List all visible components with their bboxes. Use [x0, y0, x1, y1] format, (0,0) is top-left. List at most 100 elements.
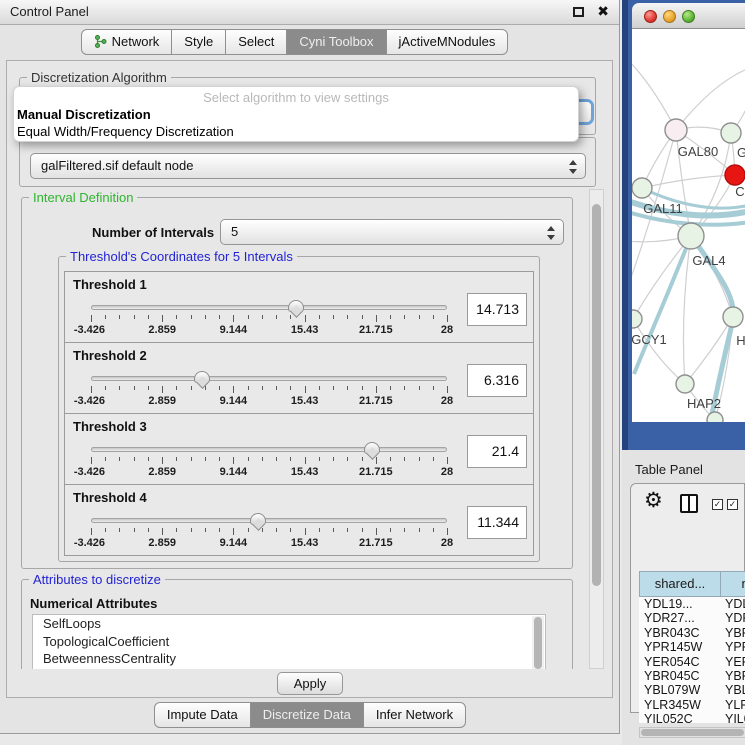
tick-mark — [305, 528, 306, 535]
close-icon[interactable]: ✖ — [597, 3, 609, 20]
node-gal4[interactable] — [678, 223, 704, 249]
scale-label: 28 — [441, 324, 453, 336]
column-header-name[interactable]: na — [721, 571, 745, 597]
apply-button[interactable]: Apply — [277, 672, 343, 695]
option-equal-width-frequency[interactable]: Equal Width/Frequency Discretization — [17, 124, 234, 139]
tick-mark — [290, 528, 291, 532]
node-gal80[interactable] — [665, 119, 687, 141]
tick-mark — [134, 315, 135, 319]
tick-mark — [347, 528, 348, 532]
tick-mark — [404, 528, 405, 532]
tab-discretize-data[interactable]: Discretize Data — [250, 702, 364, 728]
tick-mark — [447, 528, 448, 535]
tab-network[interactable]: Network — [81, 29, 173, 55]
tick-mark — [319, 528, 320, 532]
slider-scale-labels: -3.4262.8599.14415.4321.71528 — [91, 324, 447, 337]
tab-network-label: Network — [112, 34, 160, 49]
tick-mark — [162, 386, 163, 393]
node-hap2[interactable] — [676, 375, 694, 393]
threshold-1-slider[interactable] — [91, 305, 447, 310]
network-window-titlebar — [632, 3, 745, 29]
table-horizontal-scrollbar[interactable] — [639, 727, 745, 738]
threshold-1-value-field[interactable]: 14.713 — [467, 293, 527, 326]
threshold-2-slider-thumb[interactable] — [194, 371, 210, 383]
number-of-intervals-combobox[interactable]: 5 — [220, 219, 564, 245]
tick-mark — [319, 386, 320, 390]
checkbox-icon[interactable]: ✓ — [727, 499, 738, 510]
threshold-1-slider-thumb[interactable] — [288, 300, 304, 312]
node-label-partial-right: H — [736, 333, 745, 348]
tick-mark — [134, 528, 135, 532]
tab-cyni-toolbox[interactable]: Cyni Toolbox — [286, 29, 386, 55]
column-layout-icon[interactable] — [680, 494, 698, 513]
list-item-betweennesscentrality[interactable]: BetweennessCentrality — [33, 650, 545, 668]
option-manual-discretization[interactable]: Manual Discretization — [17, 107, 151, 122]
tick-mark — [347, 457, 348, 461]
table-row[interactable]: YER054CYER0 — [639, 655, 745, 669]
mac-zoom-button[interactable] — [682, 10, 695, 23]
threshold-3-slider-thumb[interactable] — [364, 442, 380, 454]
node-gcy1[interactable] — [632, 310, 642, 328]
node-selected-red[interactable] — [725, 165, 745, 185]
table-data-combobox[interactable]: galFiltered.sif default node — [30, 153, 586, 179]
threshold-3-slider[interactable] — [91, 447, 447, 452]
table-row[interactable]: YDL19...YDL1 — [639, 597, 745, 611]
tab-style[interactable]: Style — [171, 29, 226, 55]
tick-mark — [376, 315, 377, 322]
node-partial-bottom[interactable] — [707, 412, 723, 422]
tick-mark — [262, 457, 263, 461]
threshold-2-slider[interactable] — [91, 376, 447, 381]
table-row[interactable]: YBL079WYBL0 — [639, 683, 745, 697]
tab-select[interactable]: Select — [225, 29, 287, 55]
checkbox-icon[interactable]: ✓ — [712, 499, 723, 510]
table-row[interactable]: YBR043CYBR0 — [639, 626, 745, 640]
tab-jactivemnodules[interactable]: jActiveMNodules — [386, 29, 509, 55]
tick-mark — [404, 386, 405, 390]
threshold-3-value-field[interactable]: 21.4 — [467, 435, 527, 468]
panel-title: Control Panel — [10, 4, 89, 19]
float-window-icon[interactable] — [573, 7, 584, 17]
tick-mark — [119, 386, 120, 390]
threshold-2-value-field[interactable]: 6.316 — [467, 364, 527, 397]
slider-tick-marks — [91, 315, 447, 323]
thresholds-coordinates-group: Threshold's Coordinates for 5 Intervals … — [58, 256, 540, 562]
tab-impute-data[interactable]: Impute Data — [154, 702, 251, 728]
table-row[interactable]: YBR045CYBR0 — [639, 669, 745, 683]
tick-mark — [419, 386, 420, 390]
list-scrollbar[interactable] — [532, 616, 544, 669]
table-cell: YBR045C — [639, 669, 721, 683]
node-partial-top[interactable] — [721, 123, 741, 143]
mac-close-button[interactable] — [644, 10, 657, 23]
threshold-4-value-field[interactable]: 11.344 — [467, 506, 527, 539]
scale-label: 15.43 — [291, 324, 319, 336]
tick-mark — [191, 457, 192, 461]
tick-mark — [419, 457, 420, 461]
tab-infer-network[interactable]: Infer Network — [363, 702, 466, 728]
tick-mark — [433, 386, 434, 390]
tick-mark — [433, 457, 434, 461]
column-header-shared[interactable]: shared... — [639, 571, 721, 597]
threshold-4-slider-thumb[interactable] — [250, 513, 266, 525]
tick-mark — [319, 457, 320, 461]
table-row[interactable]: YPR145WYPR1 — [639, 640, 745, 654]
list-item-topologicalcoefficient[interactable]: TopologicalCoefficient — [33, 633, 545, 651]
node-partial-right[interactable] — [723, 307, 743, 327]
threshold-4-slider[interactable] — [91, 518, 447, 523]
mac-minimize-button[interactable] — [663, 10, 676, 23]
gear-icon[interactable]: ⚙ — [644, 488, 663, 513]
scale-label: 9.144 — [220, 324, 248, 336]
table-row[interactable]: YDR27...YDR2 — [639, 611, 745, 625]
algorithm-placeholder-option[interactable]: Select algorithm to view settings — [14, 90, 578, 105]
cyni-toolbox-panel: Discretization Algorithm Select algorith… — [6, 60, 613, 698]
network-canvas[interactable]: GAL80 G C GAL11 GAL4 GCY1 H HAP2 — [632, 29, 745, 422]
table-row[interactable]: YIL052CYIL0 — [639, 712, 745, 723]
table-row[interactable]: YLR345WYLR3 — [639, 698, 745, 712]
combo-arrows-icon — [546, 223, 556, 243]
tab-jactivemnodules-label: jActiveMNodules — [399, 34, 496, 49]
list-item-selfloops[interactable]: SelfLoops — [33, 615, 545, 633]
node-gal11[interactable] — [632, 178, 652, 198]
window-frame-edge — [622, 0, 628, 450]
node-label-partial-top: G — [737, 145, 745, 160]
tab-discretize-data-label: Discretize Data — [263, 707, 351, 722]
settings-vertical-scrollbar[interactable] — [589, 189, 604, 669]
